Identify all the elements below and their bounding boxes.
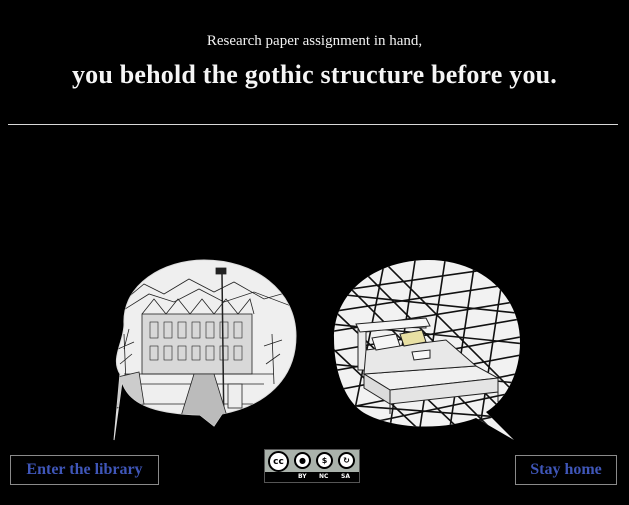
headline: you behold the gothic structure before y… [71, 60, 558, 89]
bed-sketch-icon [334, 260, 520, 440]
intro-text: Research paper assignment in hand, [206, 33, 423, 49]
sharealike-icon: ↻ [338, 452, 355, 469]
creative-commons-badge[interactable]: cc ● $ ↻ BY NC SA [264, 449, 360, 483]
library-sketch-icon [113, 259, 297, 441]
license-label-by: BY [298, 473, 307, 480]
cc-icon: cc [268, 451, 289, 472]
noncommercial-icon: $ [316, 452, 333, 469]
divider [8, 124, 618, 125]
attribution-icon: ● [294, 452, 311, 469]
stay-home-button[interactable]: Stay home [515, 455, 617, 485]
license-label-nc: NC [319, 473, 329, 480]
enter-library-button[interactable]: Enter the library [10, 455, 159, 485]
license-label-sa: SA [341, 473, 350, 480]
